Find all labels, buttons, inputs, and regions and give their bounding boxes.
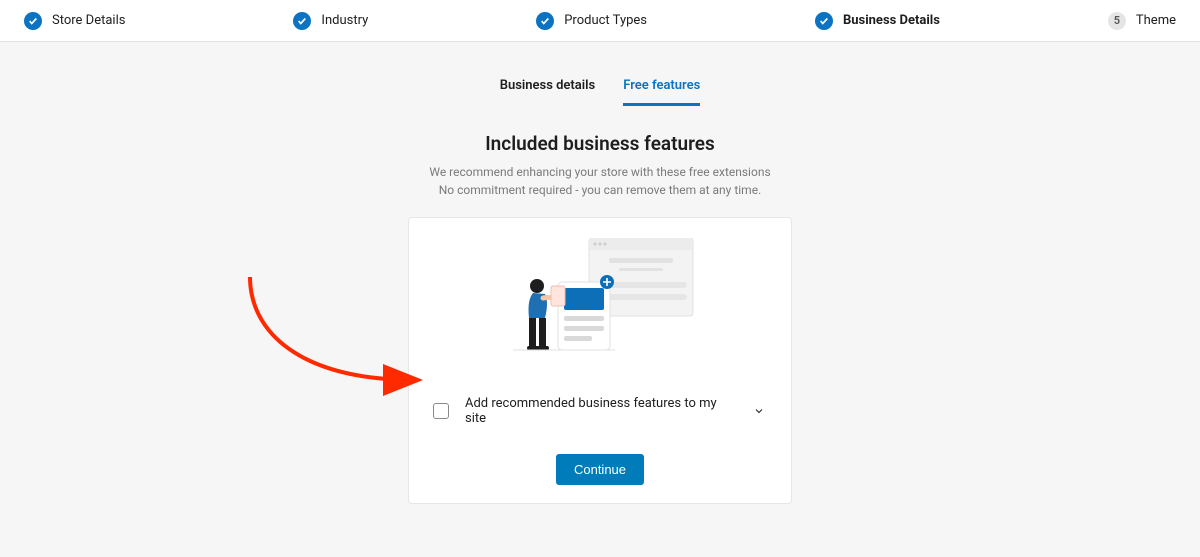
feature-option-row: Add recommended business features to my … <box>429 396 771 426</box>
step-label: Industry <box>321 13 368 28</box>
recommended-features-checkbox[interactable] <box>433 403 449 419</box>
step-theme[interactable]: 5 Theme <box>1108 12 1176 30</box>
subtitle-line: We recommend enhancing your store with t… <box>429 165 770 179</box>
step-product-types[interactable]: Product Types <box>536 12 647 30</box>
step-label: Store Details <box>52 13 125 28</box>
tab-business-details[interactable]: Business details <box>500 78 596 106</box>
subtabs: Business details Free features <box>0 78 1200 106</box>
annotation-arrow-icon <box>240 272 430 402</box>
recommended-features-label: Add recommended business features to my … <box>465 396 735 426</box>
chevron-down-icon <box>753 405 765 417</box>
card-illustration <box>429 238 771 368</box>
card-actions: Continue <box>429 454 771 485</box>
step-store-details[interactable]: Store Details <box>24 12 125 30</box>
step-industry[interactable]: Industry <box>293 12 368 30</box>
continue-button[interactable]: Continue <box>556 454 644 485</box>
wizard-stepper: Store Details Industry Product Types Bus… <box>0 0 1200 42</box>
page-title: Included business features <box>0 132 1200 155</box>
check-icon <box>536 12 554 30</box>
page-subtitle: We recommend enhancing your store with t… <box>0 163 1200 199</box>
step-number-badge: 5 <box>1108 12 1126 30</box>
tab-free-features[interactable]: Free features <box>623 78 700 106</box>
features-card: Add recommended business features to my … <box>408 217 792 504</box>
step-label: Business Details <box>843 13 940 28</box>
step-label: Product Types <box>564 13 647 28</box>
check-icon <box>24 12 42 30</box>
expand-features-toggle[interactable] <box>751 403 767 419</box>
step-label: Theme <box>1136 13 1176 28</box>
check-icon <box>815 12 833 30</box>
subtitle-line: No commitment required - you can remove … <box>439 183 761 197</box>
check-icon <box>293 12 311 30</box>
step-business-details[interactable]: Business Details <box>815 12 940 30</box>
